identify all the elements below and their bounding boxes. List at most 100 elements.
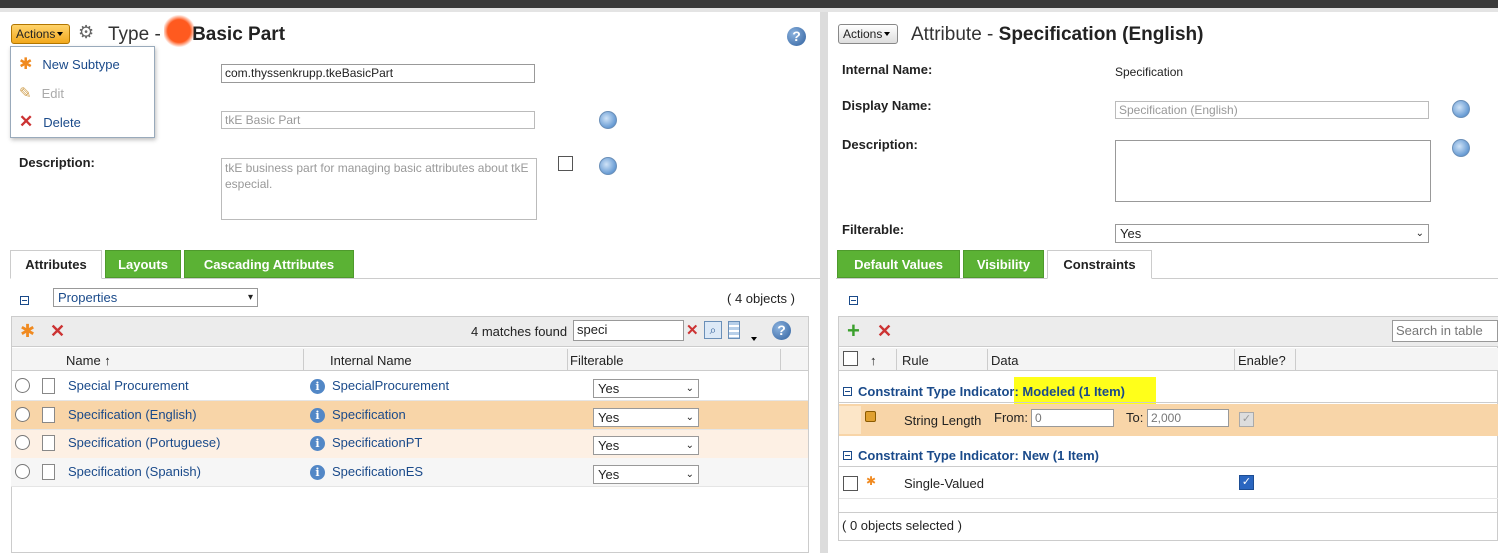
help-icon[interactable]: ? bbox=[772, 321, 791, 340]
table-row[interactable]: Special Procurement i SpecialProcurement… bbox=[11, 372, 808, 401]
group-header-modeled[interactable]: Constraint Type Indicator: Modeled (1 It… bbox=[839, 381, 1498, 403]
menu-item-edit[interactable]: ✎ Edit bbox=[11, 80, 154, 106]
new-icon[interactable]: ✱ bbox=[20, 322, 35, 340]
constraint-row[interactable]: ✱ Single-Valued ✓ bbox=[839, 470, 1498, 499]
column-header-enable[interactable]: Enable? bbox=[1234, 349, 1296, 371]
localize-globe-icon[interactable] bbox=[599, 157, 617, 175]
row-radio[interactable] bbox=[15, 435, 30, 450]
redaction-scribble bbox=[164, 14, 194, 48]
info-icon[interactable]: i bbox=[310, 465, 325, 480]
localize-globe-icon[interactable] bbox=[1452, 139, 1470, 157]
group-header-new[interactable]: Constraint Type Indicator: New (1 Item) bbox=[839, 445, 1498, 467]
row-internal-name-link[interactable]: Specification bbox=[332, 407, 406, 422]
column-header-rule[interactable]: Rule bbox=[898, 349, 988, 371]
tab-layouts[interactable]: Layouts bbox=[105, 250, 181, 278]
collapse-icon[interactable] bbox=[843, 451, 852, 460]
row-selector bbox=[839, 406, 861, 434]
caret-down-icon[interactable] bbox=[751, 329, 757, 344]
row-internal-name-link[interactable]: SpecificationPT bbox=[332, 435, 422, 450]
tab-constraints[interactable]: Constraints bbox=[1047, 250, 1152, 279]
from-input[interactable]: 0 bbox=[1031, 409, 1114, 427]
view-select[interactable]: Properties ▾ bbox=[53, 288, 258, 307]
lock-icon bbox=[865, 411, 876, 422]
delete-icon[interactable]: ✕ bbox=[877, 322, 892, 340]
row-checkbox[interactable] bbox=[843, 476, 858, 491]
row-radio[interactable] bbox=[15, 407, 30, 422]
tab-cascading-attributes[interactable]: Cascading Attributes bbox=[184, 250, 354, 278]
row-filterable-select[interactable]: Yes ⌄ bbox=[593, 465, 699, 484]
row-name-link[interactable]: Specification (Spanish) bbox=[68, 464, 201, 479]
menu-item-new-subtype[interactable]: ✱ New Subtype bbox=[11, 51, 154, 77]
document-icon bbox=[42, 378, 55, 394]
actions-menu-button[interactable]: Actions bbox=[11, 24, 70, 44]
row-radio[interactable] bbox=[15, 464, 30, 479]
clear-search-icon[interactable]: ✕ bbox=[686, 322, 699, 340]
row-radio[interactable] bbox=[15, 378, 30, 393]
menu-item-label: New Subtype bbox=[42, 56, 120, 72]
description-label: Description: bbox=[19, 155, 95, 170]
info-icon[interactable]: i bbox=[310, 408, 325, 423]
column-header-sort[interactable]: ↑ bbox=[866, 349, 897, 371]
collapse-icon[interactable] bbox=[849, 293, 858, 308]
table-row[interactable]: Specification (English) i Specification … bbox=[11, 401, 808, 430]
select-value: Yes bbox=[598, 467, 620, 482]
filterable-label: Filterable: bbox=[842, 222, 905, 237]
window-top-strip bbox=[0, 8, 1498, 12]
column-header-filterable[interactable]: Filterable bbox=[566, 349, 781, 371]
table-row[interactable]: Specification (Portuguese) i Specificati… bbox=[11, 430, 808, 459]
row-name-link[interactable]: Specification (English) bbox=[68, 407, 197, 422]
description-checkbox[interactable] bbox=[558, 156, 573, 171]
row-name-link[interactable]: Specification (Portuguese) bbox=[68, 435, 220, 450]
pencil-icon: ✎ bbox=[19, 85, 32, 102]
tab-visibility[interactable]: Visibility bbox=[963, 250, 1044, 278]
table-row[interactable]: Specification (Spanish) i SpecificationE… bbox=[11, 458, 808, 487]
tab-attributes[interactable]: Attributes bbox=[10, 250, 102, 279]
to-input[interactable]: 2,000 bbox=[1147, 409, 1229, 427]
page-title: Type - Basic Part bbox=[108, 14, 285, 48]
column-chooser-icon[interactable] bbox=[728, 321, 740, 339]
caret-down-icon bbox=[884, 32, 891, 36]
description-field[interactable] bbox=[1115, 140, 1431, 202]
description-field[interactable]: tkE business part for managing basic att… bbox=[221, 158, 537, 220]
select-all-checkbox[interactable] bbox=[843, 351, 858, 366]
display-name-field[interactable]: Specification (English) bbox=[1115, 101, 1429, 119]
description-label: Description: bbox=[842, 137, 918, 152]
table-search-input[interactable]: Search in table bbox=[1392, 320, 1498, 342]
search-icon[interactable]: ⌕ bbox=[704, 321, 722, 339]
column-header-internal-name[interactable]: Internal Name bbox=[326, 349, 568, 371]
actions-menu-button[interactable]: Actions bbox=[838, 24, 898, 44]
row-filterable-select[interactable]: Yes ⌄ bbox=[593, 379, 699, 398]
column-header-name[interactable]: Name ↑ bbox=[62, 349, 304, 371]
delete-icon[interactable]: ✕ bbox=[50, 322, 65, 340]
constraint-row[interactable]: String Length From: 0 To: 2,000 ✓ bbox=[839, 404, 1498, 436]
tab-underline bbox=[836, 278, 1498, 279]
matches-found: 4 matches found bbox=[471, 324, 568, 339]
search-input[interactable]: speci bbox=[573, 320, 684, 341]
tab-default-values[interactable]: Default Values bbox=[837, 250, 960, 278]
row-internal-name-link[interactable]: SpecialProcurement bbox=[332, 378, 449, 393]
tab-underline bbox=[10, 278, 820, 279]
pane-divider[interactable] bbox=[820, 12, 828, 553]
localize-globe-icon[interactable] bbox=[1452, 100, 1470, 118]
internal-name-field[interactable]: com.thyssenkrupp.tkeBasicPart bbox=[221, 64, 535, 83]
gear-icon[interactable]: ⚙ bbox=[78, 22, 98, 42]
row-filterable-select[interactable]: Yes ⌄ bbox=[593, 408, 699, 427]
row-filterable-select[interactable]: Yes ⌄ bbox=[593, 436, 699, 455]
row-internal-name-link[interactable]: SpecificationES bbox=[332, 464, 423, 479]
row-name-link[interactable]: Special Procurement bbox=[68, 378, 189, 393]
help-icon[interactable]: ? bbox=[787, 27, 806, 46]
collapse-icon[interactable] bbox=[20, 293, 29, 308]
localize-globe-icon[interactable] bbox=[599, 111, 617, 129]
enable-checkbox[interactable]: ✓ bbox=[1239, 475, 1254, 490]
add-icon[interactable]: + bbox=[847, 320, 860, 342]
caret-down-icon: ▾ bbox=[247, 292, 253, 303]
collapse-icon[interactable] bbox=[843, 387, 852, 396]
info-icon[interactable]: i bbox=[310, 436, 325, 451]
window-top-bar bbox=[0, 0, 1498, 8]
menu-item-delete[interactable]: ✕ Delete bbox=[11, 109, 154, 135]
to-label: To: bbox=[1126, 410, 1144, 425]
display-name-field[interactable]: tkE Basic Part bbox=[221, 111, 535, 129]
column-header-data[interactable]: Data bbox=[987, 349, 1235, 371]
filterable-select[interactable]: Yes ⌄ bbox=[1115, 224, 1429, 243]
info-icon[interactable]: i bbox=[310, 379, 325, 394]
